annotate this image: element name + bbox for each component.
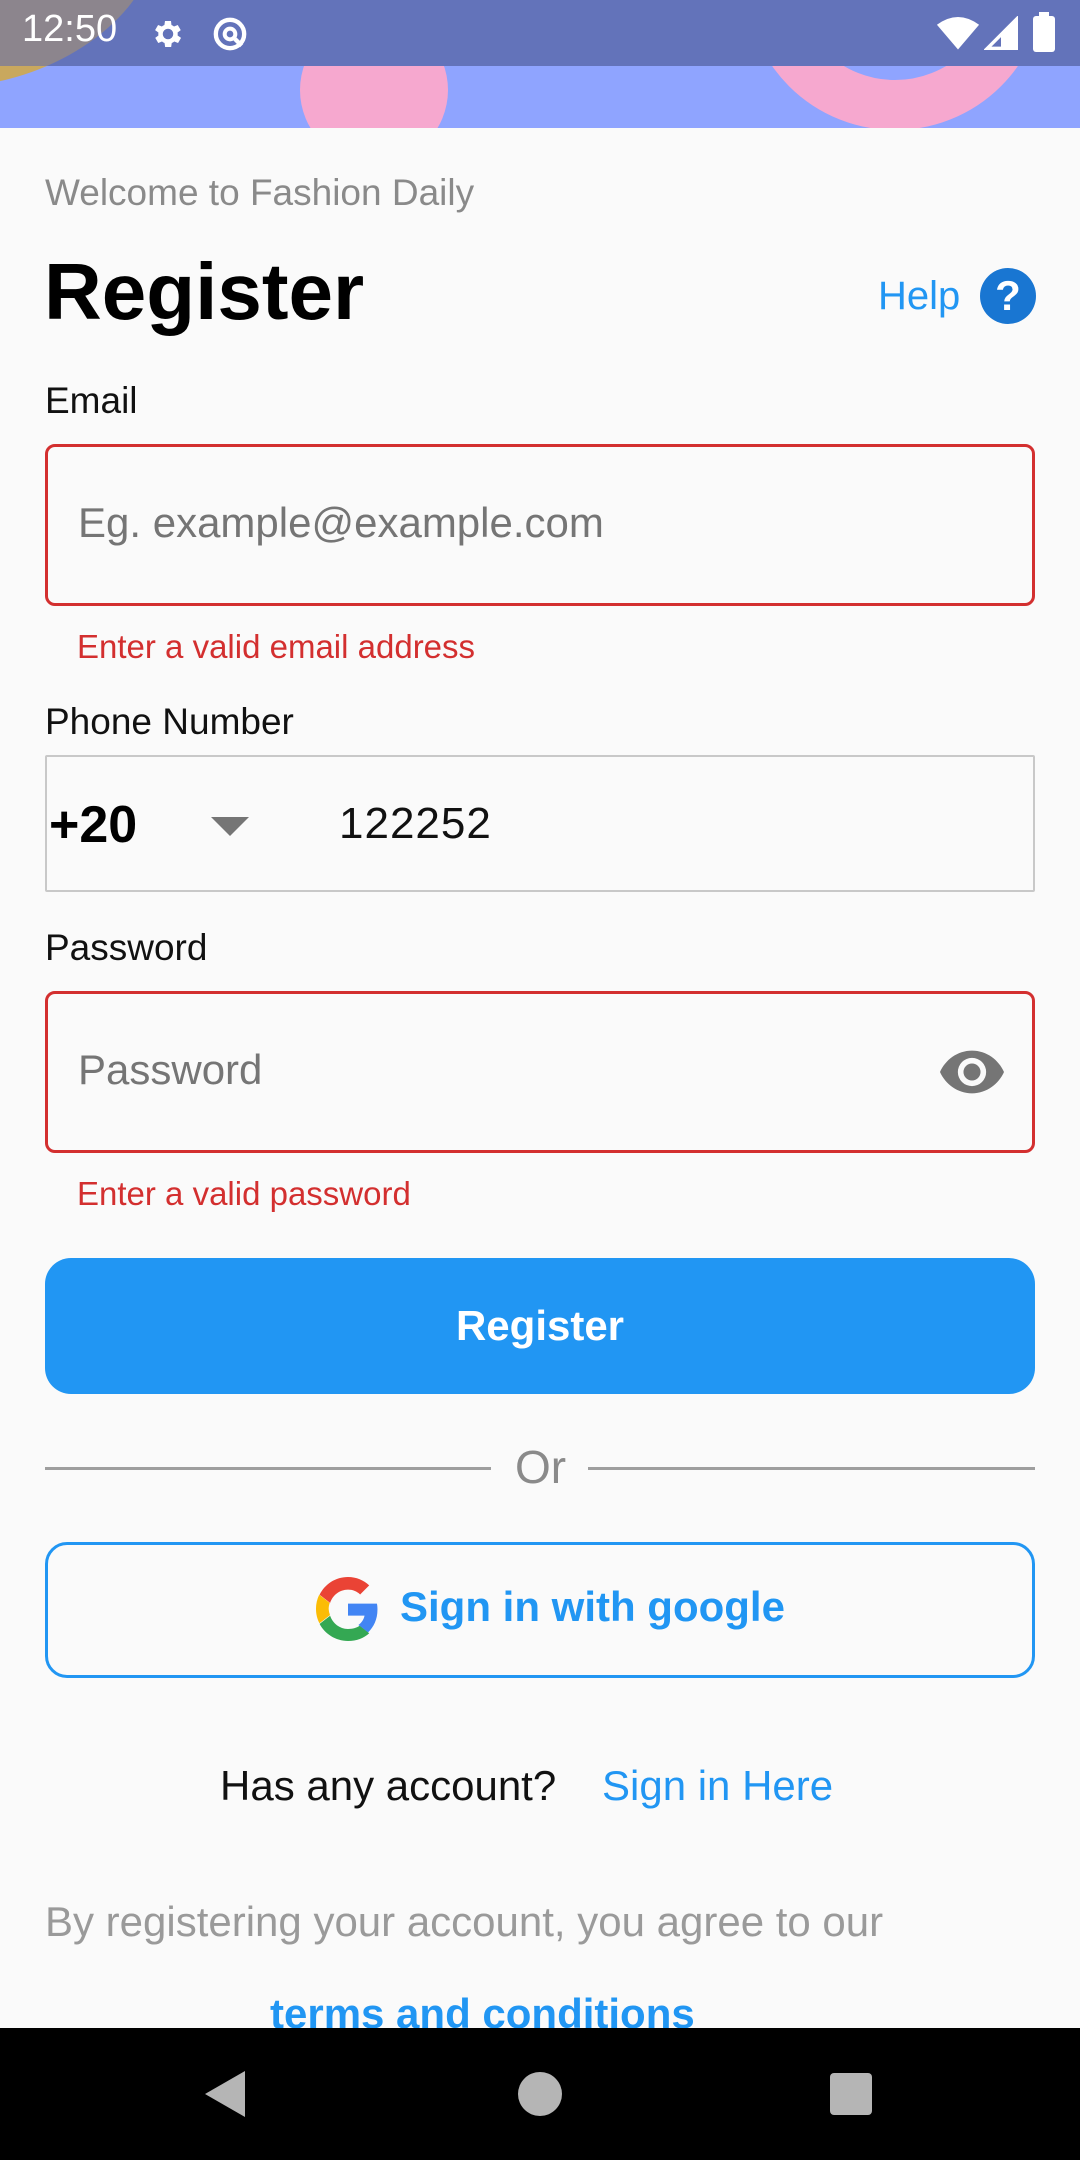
- chevron-down-icon[interactable]: [211, 817, 249, 836]
- email-error-text: Enter a valid email address: [77, 628, 476, 665]
- agreement-text: By registering your account, you agree t…: [45, 1898, 884, 1945]
- google-sign-in-label: Sign in with google: [400, 1583, 785, 1630]
- battery-icon: [1033, 12, 1055, 52]
- sign-in-link[interactable]: Sign in Here: [602, 1762, 833, 1810]
- account-prompt: Has any account?: [220, 1762, 557, 1809]
- divider-line-right: [588, 1467, 1035, 1470]
- password-field[interactable]: [78, 1046, 858, 1094]
- header-banner: 12:50: [0, 0, 1080, 128]
- cellular-signal-icon: [984, 16, 1018, 50]
- password-label: Password: [45, 927, 208, 968]
- eye-icon[interactable]: [940, 1050, 1004, 1094]
- phone-label: Phone Number: [45, 701, 294, 742]
- google-sign-in-button[interactable]: Sign in with google: [45, 1542, 1035, 1678]
- register-screen: 12:50 Welcome to Fashion Daily Register …: [0, 0, 1080, 2160]
- divider-line-left: [45, 1467, 491, 1470]
- google-logo-icon: [316, 1577, 378, 1641]
- wifi-icon: [936, 16, 980, 50]
- email-field[interactable]: [78, 499, 918, 547]
- page-title: Register: [44, 247, 365, 336]
- divider-or-text: Or: [515, 1441, 567, 1493]
- register-button[interactable]: Register: [45, 1258, 1035, 1394]
- settings-icon: [155, 20, 182, 48]
- email-label: Email: [45, 380, 138, 421]
- email-field-container: [45, 444, 1035, 606]
- navigation-bar: [0, 2028, 1080, 2160]
- home-icon[interactable]: [518, 2072, 562, 2116]
- help-icon[interactable]: ?: [980, 268, 1036, 324]
- recents-icon[interactable]: [830, 2073, 872, 2115]
- phone-number-input[interactable]: 122252: [339, 799, 492, 849]
- back-icon[interactable]: [205, 2071, 245, 2117]
- password-field-container: [45, 991, 1035, 1153]
- phone-field-container: +20 122252: [45, 755, 1035, 892]
- status-time: 12:50: [22, 8, 118, 50]
- help-link[interactable]: Help: [878, 274, 960, 319]
- country-code-selector[interactable]: +20: [49, 795, 137, 855]
- password-error-text: Enter a valid password: [77, 1175, 411, 1212]
- at-sign-icon: [213, 17, 247, 51]
- welcome-text: Welcome to Fashion Daily: [45, 172, 475, 213]
